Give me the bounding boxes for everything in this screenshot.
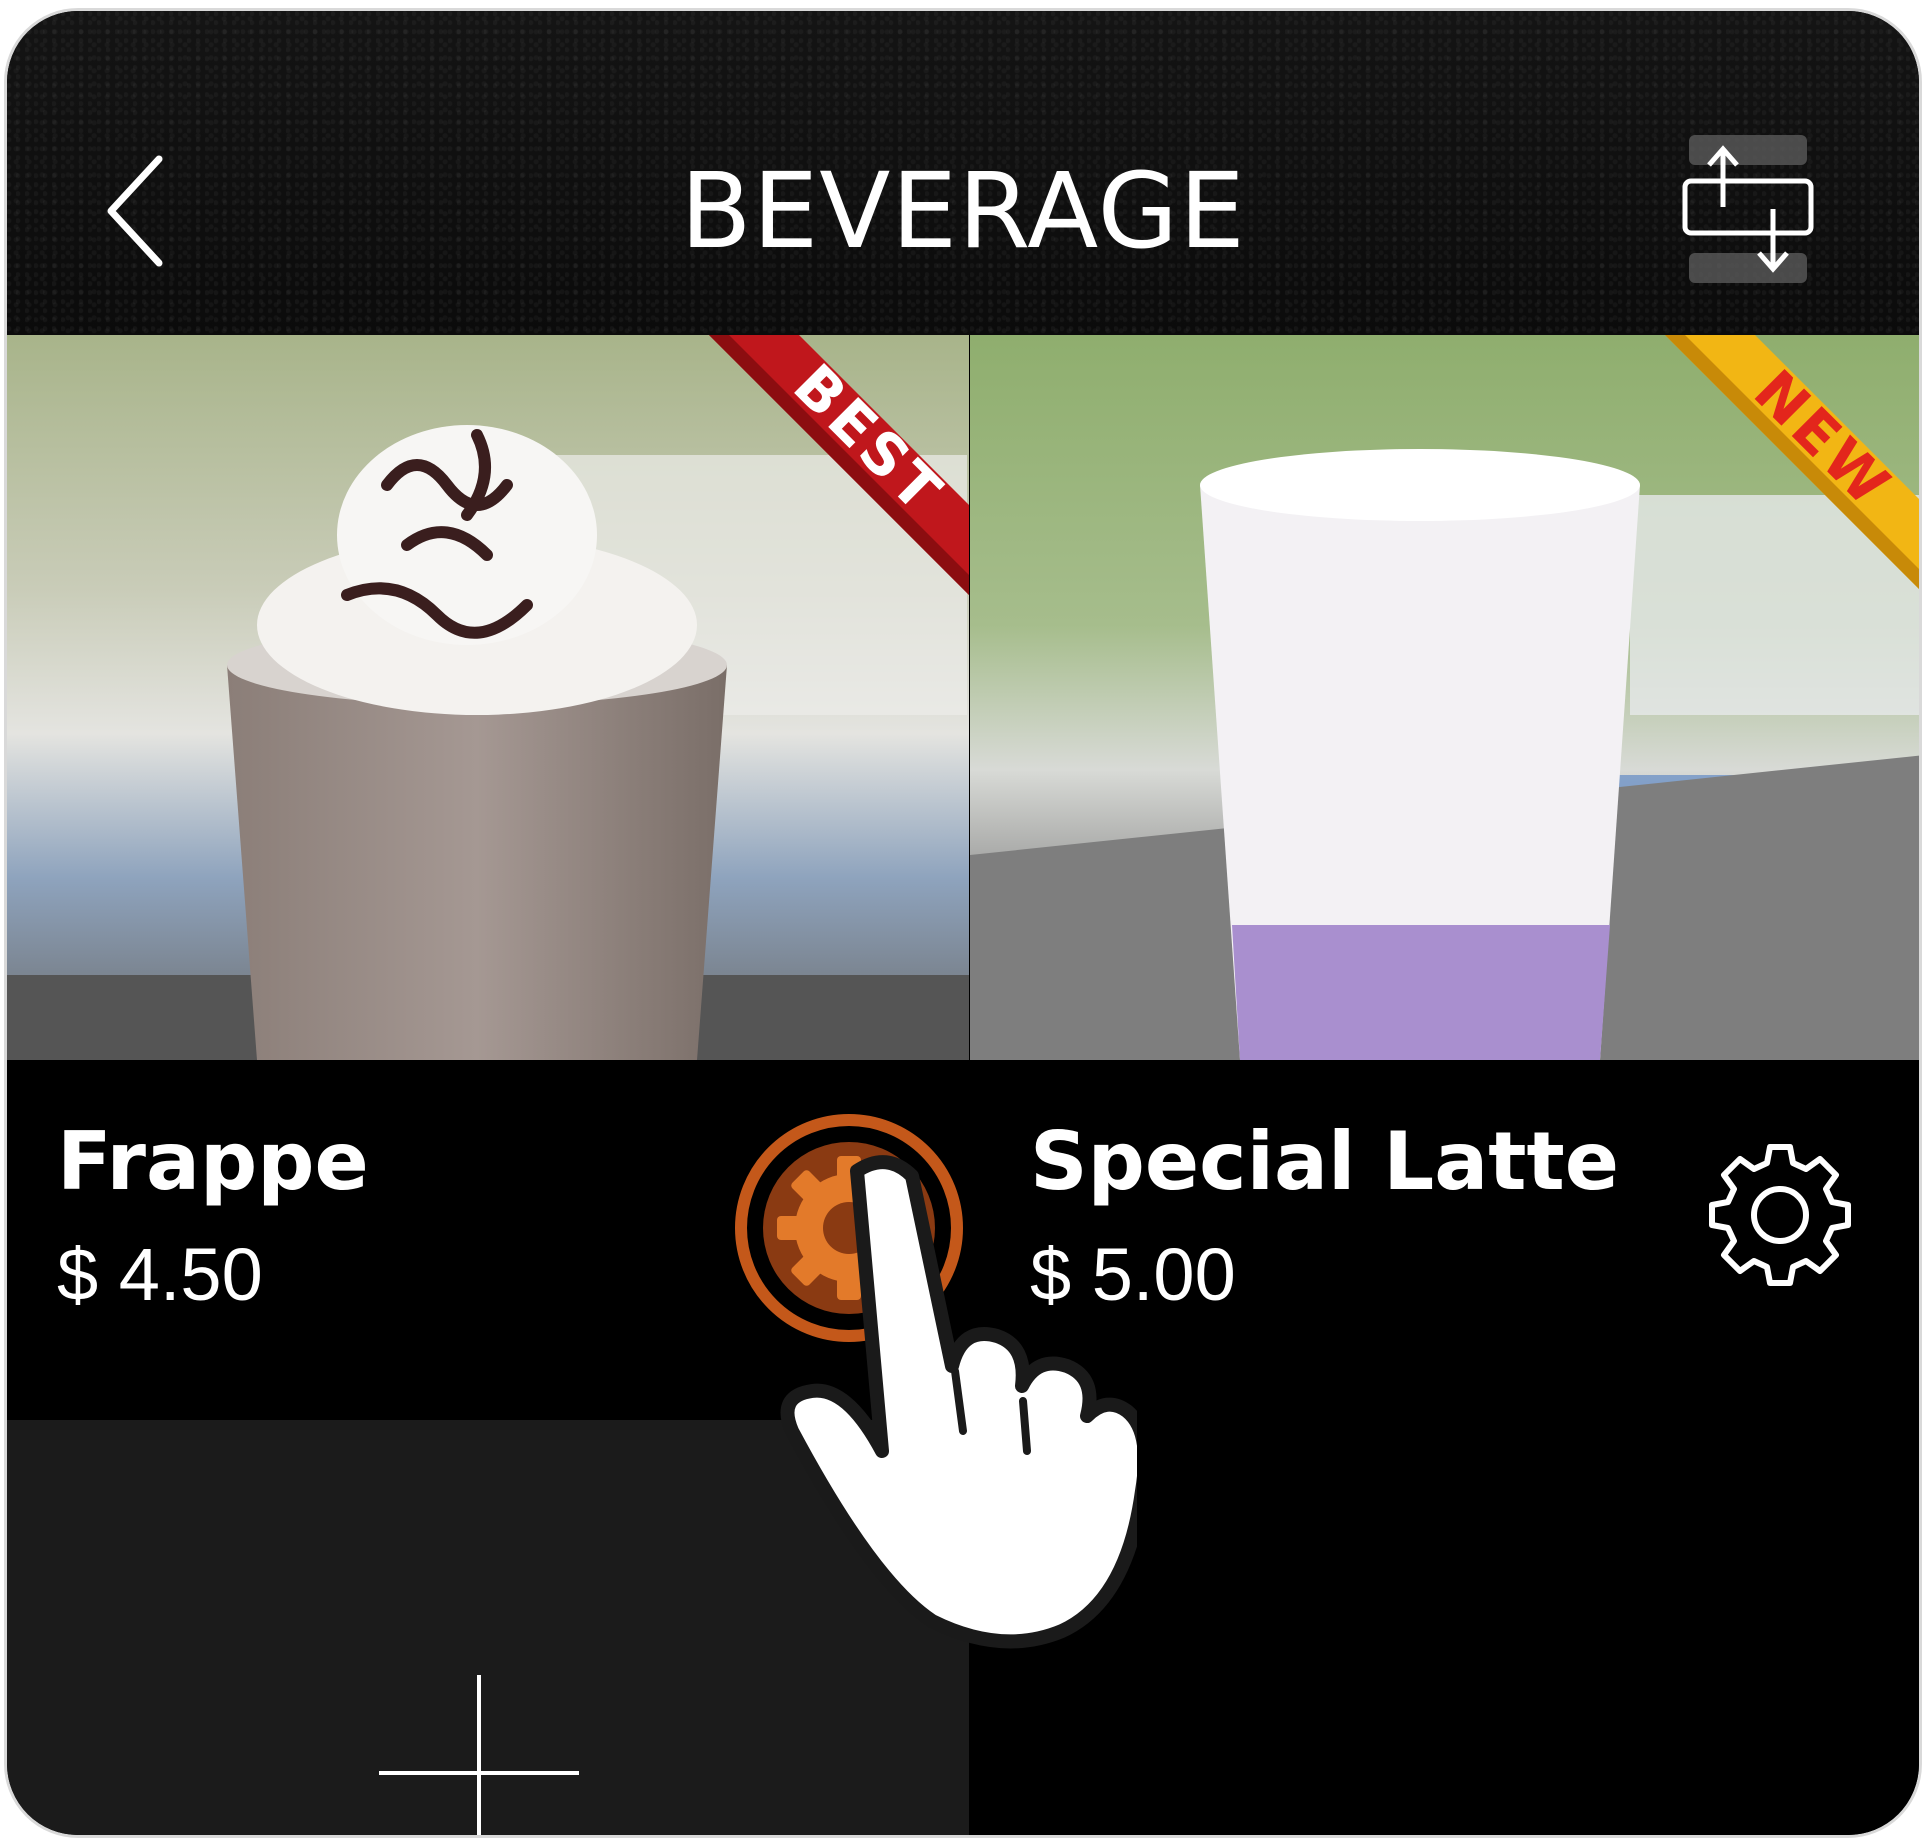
gear-icon xyxy=(1709,1144,1851,1286)
product-name: Special Latte xyxy=(1030,1115,1619,1208)
product-settings-button[interactable] xyxy=(729,1108,969,1348)
product-price: $ 5.00 xyxy=(1030,1233,1236,1316)
page-title: BEVERAGE xyxy=(680,150,1246,272)
product-info-frappe: Frappe $ 4.50 xyxy=(7,1060,969,1420)
reorder-button[interactable] xyxy=(1681,129,1815,289)
gear-icon xyxy=(735,1114,963,1342)
add-product-slot[interactable] xyxy=(7,1420,969,1835)
product-card-frappe[interactable]: BEST Frappe $ 4.50 xyxy=(7,335,969,1835)
product-photo-frappe: BEST xyxy=(7,335,969,1060)
app-screen: BEVERAGE BEST Frappe $ 4.50 NEW Special … xyxy=(4,8,1922,1838)
product-name: Frappe xyxy=(57,1115,369,1208)
product-price: $ 4.50 xyxy=(57,1233,263,1316)
swap-vertical-icon xyxy=(1682,135,1814,283)
product-photo-special-latte: NEW xyxy=(970,335,1919,1060)
product-settings-button[interactable] xyxy=(1705,1140,1855,1290)
product-card-special-latte[interactable]: NEW Special Latte $ 5.00 xyxy=(970,335,1919,1835)
header-bar: BEVERAGE xyxy=(7,11,1919,335)
product-info-special-latte: Special Latte $ 5.00 xyxy=(970,1060,1919,1835)
plus-icon xyxy=(379,1675,579,1835)
